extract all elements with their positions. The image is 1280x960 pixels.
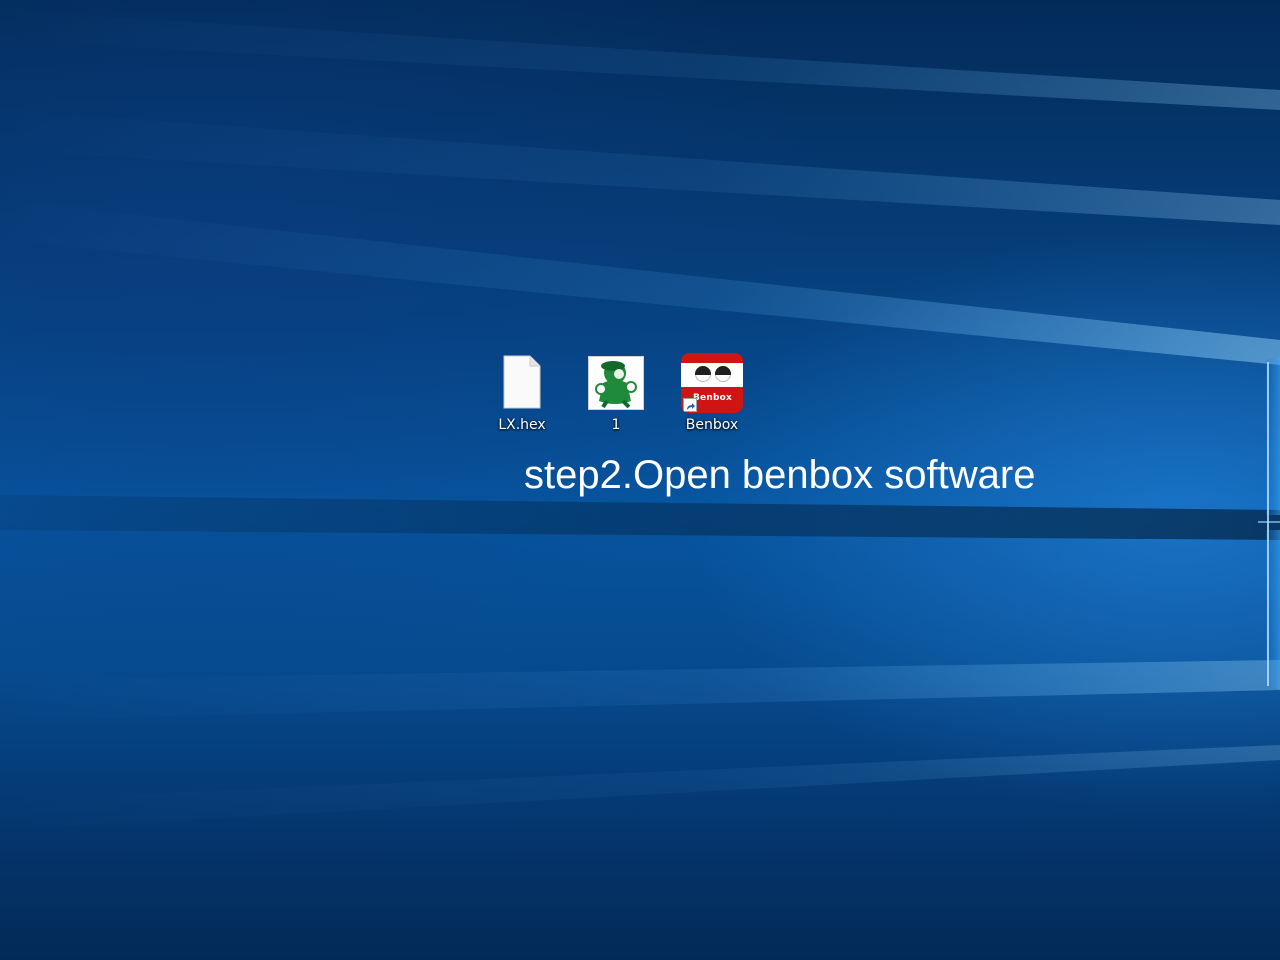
step-caption: step2.Open benbox software bbox=[524, 453, 1036, 497]
icon-label: Benbox bbox=[685, 417, 739, 433]
shortcut-arrow-icon bbox=[683, 398, 697, 412]
desktop-icon-benbox[interactable]: Benbox Benbox bbox=[675, 352, 749, 438]
blank-file-icon bbox=[494, 352, 550, 410]
icon-label: LX.hex bbox=[498, 417, 546, 433]
desktop-icon-1[interactable]: 1 bbox=[579, 352, 653, 438]
icon-label: 1 bbox=[611, 417, 621, 433]
benbox-app-icon: Benbox bbox=[681, 352, 743, 413]
mario-image-icon bbox=[588, 352, 644, 410]
desktop[interactable]: LX.hex 1 Benbox Benbox step2.Open benbox… bbox=[0, 0, 1280, 960]
desktop-icon-lx-hex[interactable]: LX.hex bbox=[485, 352, 559, 438]
benbox-logo-text: Benbox bbox=[693, 393, 733, 403]
